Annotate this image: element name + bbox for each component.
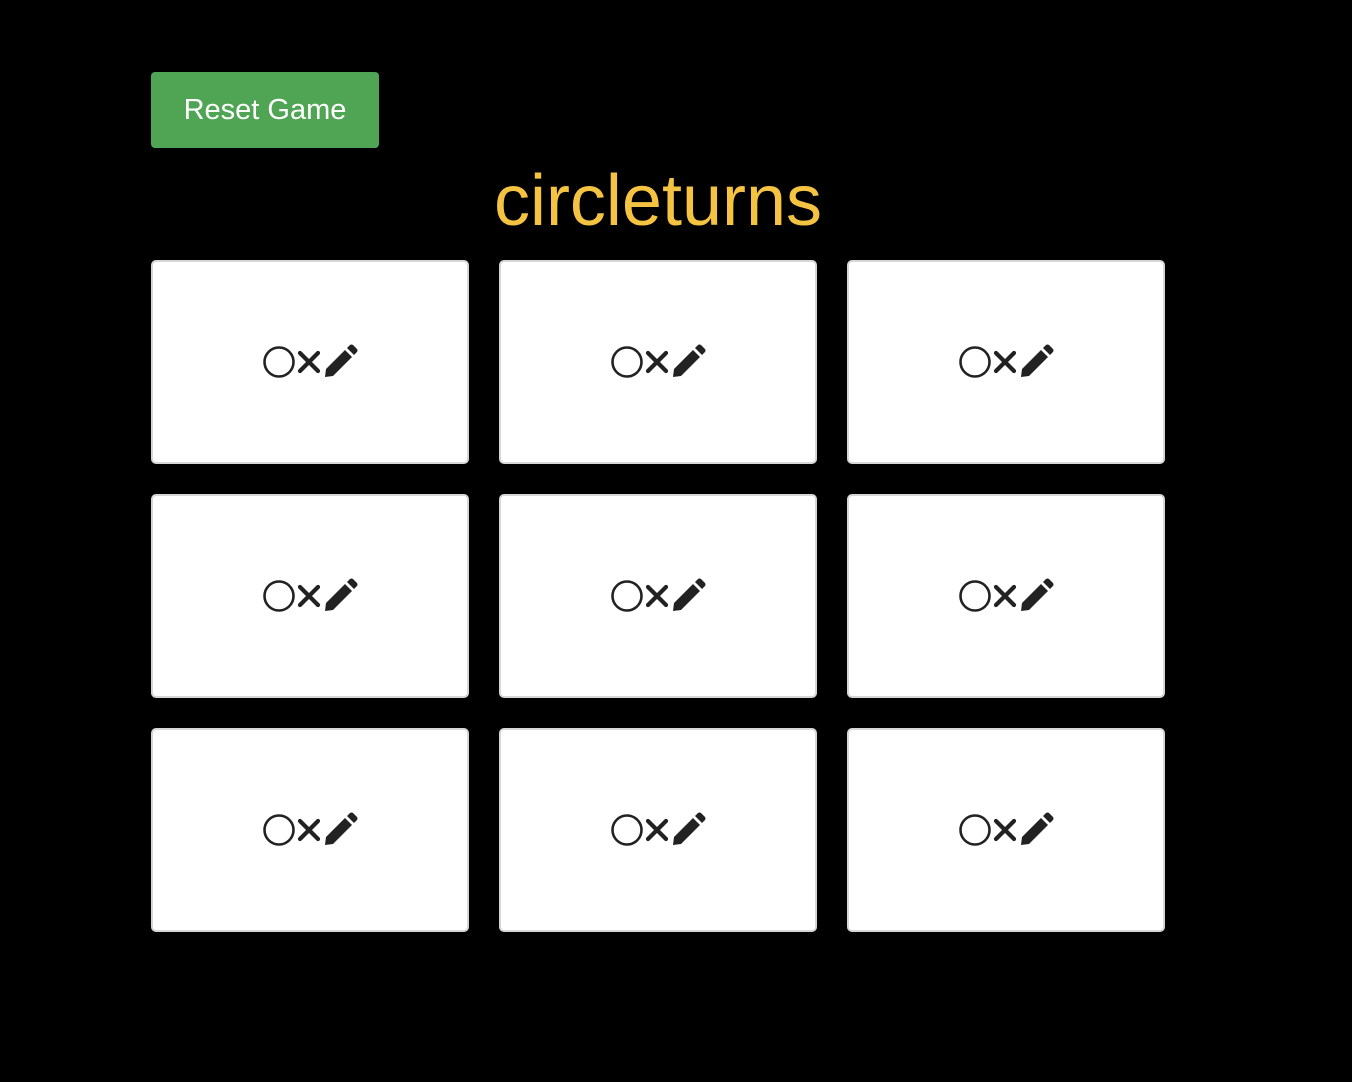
board-cell[interactable] — [847, 728, 1165, 932]
circle-icon — [959, 814, 991, 846]
reset-game-button[interactable]: Reset Game — [151, 72, 379, 148]
board-cell[interactable] — [151, 728, 469, 932]
circle-icon — [959, 580, 991, 612]
circle-icon — [611, 346, 643, 378]
board-cell[interactable] — [499, 728, 817, 932]
cross-icon — [993, 350, 1017, 374]
pencil-icon — [673, 344, 706, 377]
pencil-icon — [673, 812, 706, 845]
board-cell[interactable] — [847, 494, 1165, 698]
circle-icon — [959, 346, 991, 378]
pencil-icon — [1021, 344, 1054, 377]
pencil-icon — [1021, 812, 1054, 845]
circle-icon — [263, 346, 295, 378]
board-cell[interactable] — [499, 260, 817, 464]
cross-icon — [993, 584, 1017, 608]
cross-icon — [297, 584, 321, 608]
circle-icon — [611, 814, 643, 846]
board-cell[interactable] — [151, 494, 469, 698]
board-cell[interactable] — [499, 494, 817, 698]
pencil-icon — [673, 578, 706, 611]
cross-icon — [645, 350, 669, 374]
cross-icon — [297, 350, 321, 374]
pencil-icon — [325, 578, 358, 611]
game-board — [151, 260, 1165, 932]
circle-icon — [263, 580, 295, 612]
circle-icon — [263, 814, 295, 846]
cross-icon — [993, 818, 1017, 842]
cross-icon — [297, 818, 321, 842]
cross-icon — [645, 584, 669, 608]
board-cell[interactable] — [847, 260, 1165, 464]
circle-icon — [611, 580, 643, 612]
pencil-icon — [325, 812, 358, 845]
turn-status: circleturns — [493, 161, 823, 241]
pencil-icon — [1021, 578, 1054, 611]
board-cell[interactable] — [151, 260, 469, 464]
pencil-icon — [325, 344, 358, 377]
cross-icon — [645, 818, 669, 842]
